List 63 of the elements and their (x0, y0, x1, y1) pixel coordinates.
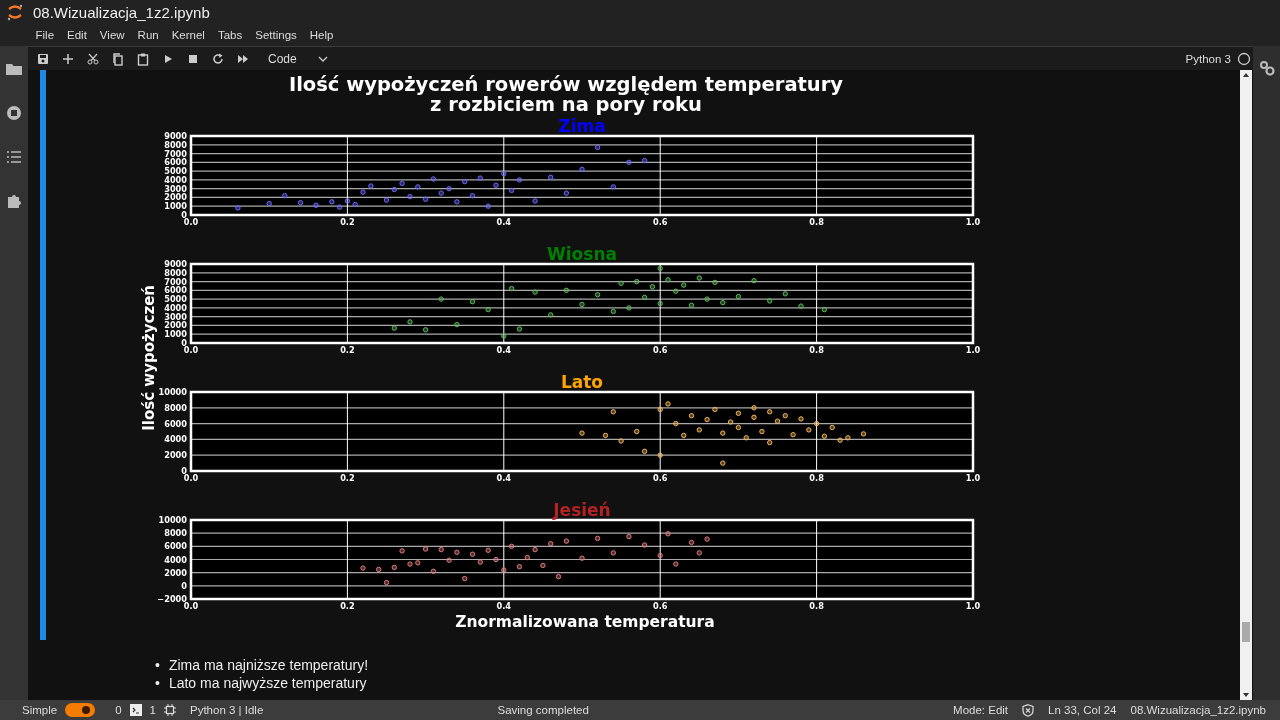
y-axis-label: Ilość wypożyczeń (140, 284, 158, 431)
y-tick-label: 2000 (164, 192, 187, 203)
subplot-title: Jesień (553, 500, 611, 520)
x-tick-label: 0.8 (809, 345, 824, 355)
x-tick-label: 1.0 (965, 473, 981, 483)
bullet-text: Lato ma najwyższe temperatury (168, 674, 367, 692)
subplot-title: Wiosna (547, 244, 617, 264)
y-tick-label: 6000 (164, 157, 187, 168)
y-tick-label: 3000 (164, 183, 187, 194)
x-tick-label: 1.0 (965, 601, 981, 611)
y-tick-label: 6000 (164, 541, 187, 552)
x-tick-label: 0.6 (652, 217, 668, 227)
bullet-marker: • (155, 674, 160, 692)
y-tick-label: 10000 (158, 387, 187, 397)
x-axis-label: Znormalizowana temperatura (455, 613, 715, 631)
file-name: 08.Wizualizacja_1z2.ipynb (1130, 704, 1266, 716)
y-tick-label: 4000 (164, 302, 187, 313)
x-tick-label: 0.2 (340, 473, 355, 483)
y-tick-label: 2000 (164, 450, 187, 461)
x-tick-label: 0.4 (496, 217, 512, 227)
bullet-marker: • (155, 656, 160, 674)
x-tick-label: 0.6 (652, 473, 668, 483)
y-tick-label: 7000 (164, 148, 187, 159)
x-tick-label: 0.8 (809, 473, 824, 483)
y-tick-label: 5000 (164, 166, 187, 177)
window-title: 08.Wizualizacja_1z2.ipynb (33, 3, 210, 21)
status-message: Saving completed (497, 704, 589, 716)
y-tick-label: 1000 (164, 201, 187, 212)
y-tick-label: 6000 (164, 285, 187, 296)
y-tick-label: 4000 (164, 434, 187, 445)
y-tick-label: 2000 (164, 320, 187, 331)
bullet-text: Zima ma najniższe temperatury! (168, 656, 369, 674)
x-tick-label: 0.2 (340, 601, 355, 611)
y-tick-label: 8000 (164, 528, 187, 539)
y-tick-label: 9000 (164, 259, 187, 269)
x-tick-label: 1.0 (965, 217, 981, 227)
y-tick-label: 0 (181, 580, 187, 591)
subplot-title: Zima (558, 116, 606, 136)
y-tick-label: 8000 (164, 139, 187, 150)
x-tick-label: 0.2 (340, 217, 355, 227)
y-tick-label: 4000 (164, 174, 187, 185)
figure-title: Ilość wypożyczeń rowerów względem temperatury z rozbiciem na pory roku (287, 75, 845, 115)
x-tick-label: 0.2 (340, 345, 355, 355)
y-tick-label: 4000 (164, 554, 187, 565)
x-tick-label: 0.8 (809, 601, 824, 611)
y-tick-label: 9000 (164, 131, 187, 141)
x-tick-label: 0.6 (652, 601, 668, 611)
x-tick-label: 1.0 (965, 345, 981, 355)
y-tick-label: 2000 (164, 567, 187, 578)
y-tick-label: 8000 (164, 267, 187, 278)
x-tick-label: 0.8 (809, 217, 824, 227)
y-tick-label: 7000 (164, 276, 187, 287)
subplot-title: Lato (560, 372, 604, 392)
x-tick-label: 0.4 (496, 601, 512, 611)
y-tick-label: 10000 (158, 515, 187, 525)
y-tick-label: 8000 (164, 402, 187, 413)
x-tick-label: 0.4 (496, 345, 512, 355)
x-tick-label: 0.4 (496, 473, 512, 483)
y-tick-label: 6000 (164, 418, 187, 429)
x-tick-label: 0.6 (652, 345, 668, 355)
y-tick-label: 3000 (164, 311, 187, 322)
y-tick-label: 5000 (164, 294, 187, 305)
y-tick-label: 1000 (164, 329, 187, 340)
